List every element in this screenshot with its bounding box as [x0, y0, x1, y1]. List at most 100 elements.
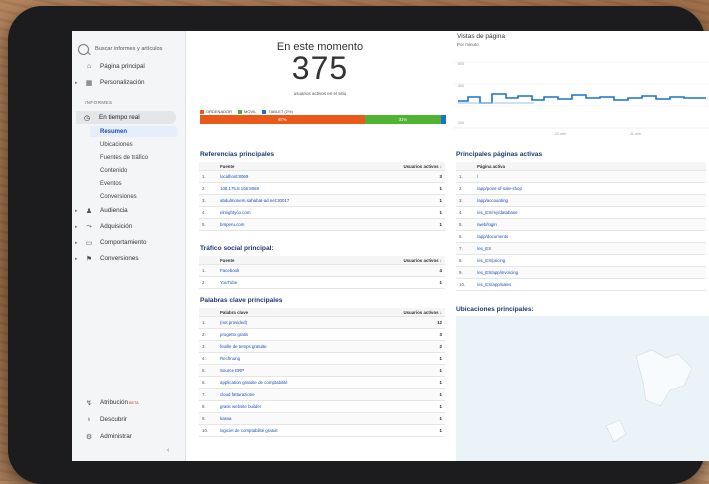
y-tick-600: 600	[458, 62, 464, 66]
table-row[interactable]: 5. Source ERP 1	[199, 364, 445, 377]
active-users-count: 375	[291, 50, 349, 86]
col-source: Fuente	[217, 256, 379, 265]
pageviews-plot: 600 400 200 -20 min -11 min	[454, 61, 709, 136]
table-row[interactable]: 9./es_ES/app/invoicing	[456, 266, 706, 279]
referrals-title: Referencias principales	[200, 151, 275, 158]
expand-caret-icon: ▸	[75, 239, 78, 246]
table-row[interactable]: 2. progetto gratis 3	[199, 328, 445, 341]
active-users-caption: usuarios activos en el sitio	[293, 91, 347, 96]
nav-realtime-overview[interactable]: Resumen	[90, 126, 178, 137]
nav-conversions-label: Conversiones	[100, 255, 139, 262]
realtime-summary: En este momento 375 usuarios activos en …	[186, 31, 454, 129]
attribution-icon: ↯	[86, 399, 92, 407]
col-index	[456, 162, 474, 171]
sidebar: Buscar informes y artículos ⌂ Página pri…	[72, 31, 186, 461]
locations-map[interactable]	[456, 316, 709, 461]
table-row[interactable]: 10. logiciel de comptabilité gratuit 1	[199, 424, 445, 437]
table-row[interactable]: 3./app/accounting	[456, 194, 706, 207]
table-row[interactable]: 10./es_ES/app/sales	[456, 278, 706, 291]
col-page: Página activa	[474, 162, 706, 171]
nav-conversions[interactable]: ▸ ⚑ Conversiones	[72, 252, 185, 265]
col-index	[199, 162, 217, 171]
table-row[interactable]: 4./es_ES/my/database	[456, 206, 706, 219]
table-row[interactable]: 9. kassa 1	[199, 412, 445, 425]
pageviews-chart: Vistas de página Por minuto 600 400 200 …	[454, 31, 709, 143]
grid-icon: ▦	[85, 79, 93, 87]
clock-icon: ◷	[84, 114, 91, 122]
table-row[interactable]: 3. abdulmonem.sahabat-ad.net:30017 1	[199, 194, 445, 207]
legend-desktop: ORDENADOR	[200, 109, 232, 114]
nav-discover[interactable]: ♁ Descubrir	[72, 413, 185, 426]
pages-title: Principales páginas activas	[456, 151, 543, 158]
y-tick-200: 200	[458, 121, 464, 125]
table-row[interactable]: 6. application gratuite de comptabilité 1	[199, 376, 445, 389]
landmass-shape	[635, 349, 693, 407]
beta-badge: BETA	[129, 400, 139, 405]
table-row[interactable]: 4. elmightyco.com 1	[199, 206, 445, 219]
table-row[interactable]: 5. bmperu.com 1	[199, 218, 445, 231]
referrals-table: Fuente Usuarios activos ↓ 1. localhost:806…	[199, 162, 445, 231]
nav-realtime-locations[interactable]: Ubicaciones	[90, 139, 178, 150]
nav-customization[interactable]: ▸ ▦ Personalización	[72, 76, 185, 89]
nav-home-label: Página principal	[100, 63, 145, 70]
gear-icon: ⚙	[85, 433, 93, 441]
table-row[interactable]: 1. /	[456, 170, 706, 183]
table-row[interactable]: 1. Facebook 4	[199, 264, 445, 277]
nav-realtime-conversions[interactable]: Conversiones	[90, 191, 178, 202]
person-icon: ♟	[85, 207, 93, 215]
nav-customization-label: Personalización	[100, 79, 145, 86]
table-row[interactable]: 7. cloud fatturazione 1	[199, 388, 445, 401]
landmass-shape	[605, 419, 627, 443]
nav-admin[interactable]: ⚙ Administrar	[72, 430, 185, 443]
table-row[interactable]: 8. gratis website builder 1	[199, 400, 445, 413]
device-legend: ORDENADOR MÓVIL TABLET (2%)	[200, 109, 293, 114]
nav-behavior[interactable]: ▸ ▭ Comportamiento	[72, 236, 185, 249]
table-row[interactable]: 1. localhost:8069 3	[199, 170, 445, 183]
col-users: Usuarios activos ↓	[379, 308, 445, 317]
analytics-screen: Buscar informes y artículos ⌂ Página pri…	[72, 31, 709, 461]
table-row[interactable]: 1. (not provided) 12	[199, 316, 445, 329]
table-row[interactable]: 8./es_ES/pricing	[456, 254, 706, 267]
nav-acquisition[interactable]: ▸ ⤳ Adquisición	[72, 220, 185, 233]
table-row[interactable]: 2./app/point-of-sale-shop	[456, 182, 706, 195]
nav-attribution[interactable]: ↯ Atribución BETA	[72, 396, 185, 409]
y-tick-400: 400	[458, 84, 464, 88]
col-keyword: Palabra clave	[217, 308, 379, 317]
table-row[interactable]: 7./es_ES	[456, 242, 706, 255]
section-label-reports: INFORMES	[85, 100, 113, 105]
search-placeholder: Buscar informes y artículos	[95, 46, 163, 52]
col-users: Usuarios activos ↓	[379, 162, 445, 171]
x-tick-11min: -11 min	[629, 132, 641, 136]
expand-caret-icon: ▸	[75, 207, 78, 214]
nav-attribution-label: Atribución	[100, 399, 129, 406]
table-row[interactable]: 5./web/login	[456, 218, 706, 231]
col-index	[199, 308, 217, 317]
device-bar-desktop: 67%	[200, 115, 365, 124]
nav-realtime-label: En tiempo real	[99, 114, 140, 121]
x-tick-20min: -20 min	[554, 132, 566, 136]
legend-tablet: TABLET (2%)	[262, 109, 293, 114]
table-row[interactable]: 2. YouTube 1	[199, 276, 445, 289]
nav-realtime[interactable]: ◷ En tiempo real	[76, 111, 176, 124]
map-graphic	[605, 349, 693, 443]
search-box[interactable]: Buscar informes y artículos	[78, 41, 182, 57]
nav-realtime-content[interactable]: Contenido	[90, 165, 178, 176]
nav-realtime-traffic-sources[interactable]: Fuentes de tráfico	[90, 152, 178, 163]
expand-caret-icon: ▸	[75, 255, 78, 262]
table-row[interactable]: 6./app/documents	[456, 230, 706, 243]
search-icon	[78, 43, 89, 55]
keywords-table: Palabra clave Usuarios activos ↓ 1. (not p…	[199, 308, 445, 437]
table-row[interactable]: 3. feuille de temps gratuite 2	[199, 340, 445, 353]
collapse-sidebar-icon[interactable]: ‹	[167, 447, 169, 454]
table-row[interactable]: 2. 108.175.8.166:8069 1	[199, 182, 445, 195]
nav-home[interactable]: ⌂ Página principal	[72, 60, 185, 73]
acquisition-icon: ⤳	[86, 222, 92, 230]
table-row[interactable]: 4. Rechnung 1	[199, 352, 445, 365]
expand-caret-icon: ▸	[75, 79, 78, 86]
nav-audience[interactable]: ▸ ♟ Audiencia	[72, 204, 185, 217]
keywords-title: Palabras clave principales	[200, 297, 283, 304]
nav-realtime-events[interactable]: Eventos	[90, 178, 178, 189]
nav-acquisition-label: Adquisición	[100, 223, 133, 230]
home-icon: ⌂	[86, 63, 92, 70]
pages-table: Página activa 1./ 2./app/point-of-sale-s…	[456, 162, 706, 291]
